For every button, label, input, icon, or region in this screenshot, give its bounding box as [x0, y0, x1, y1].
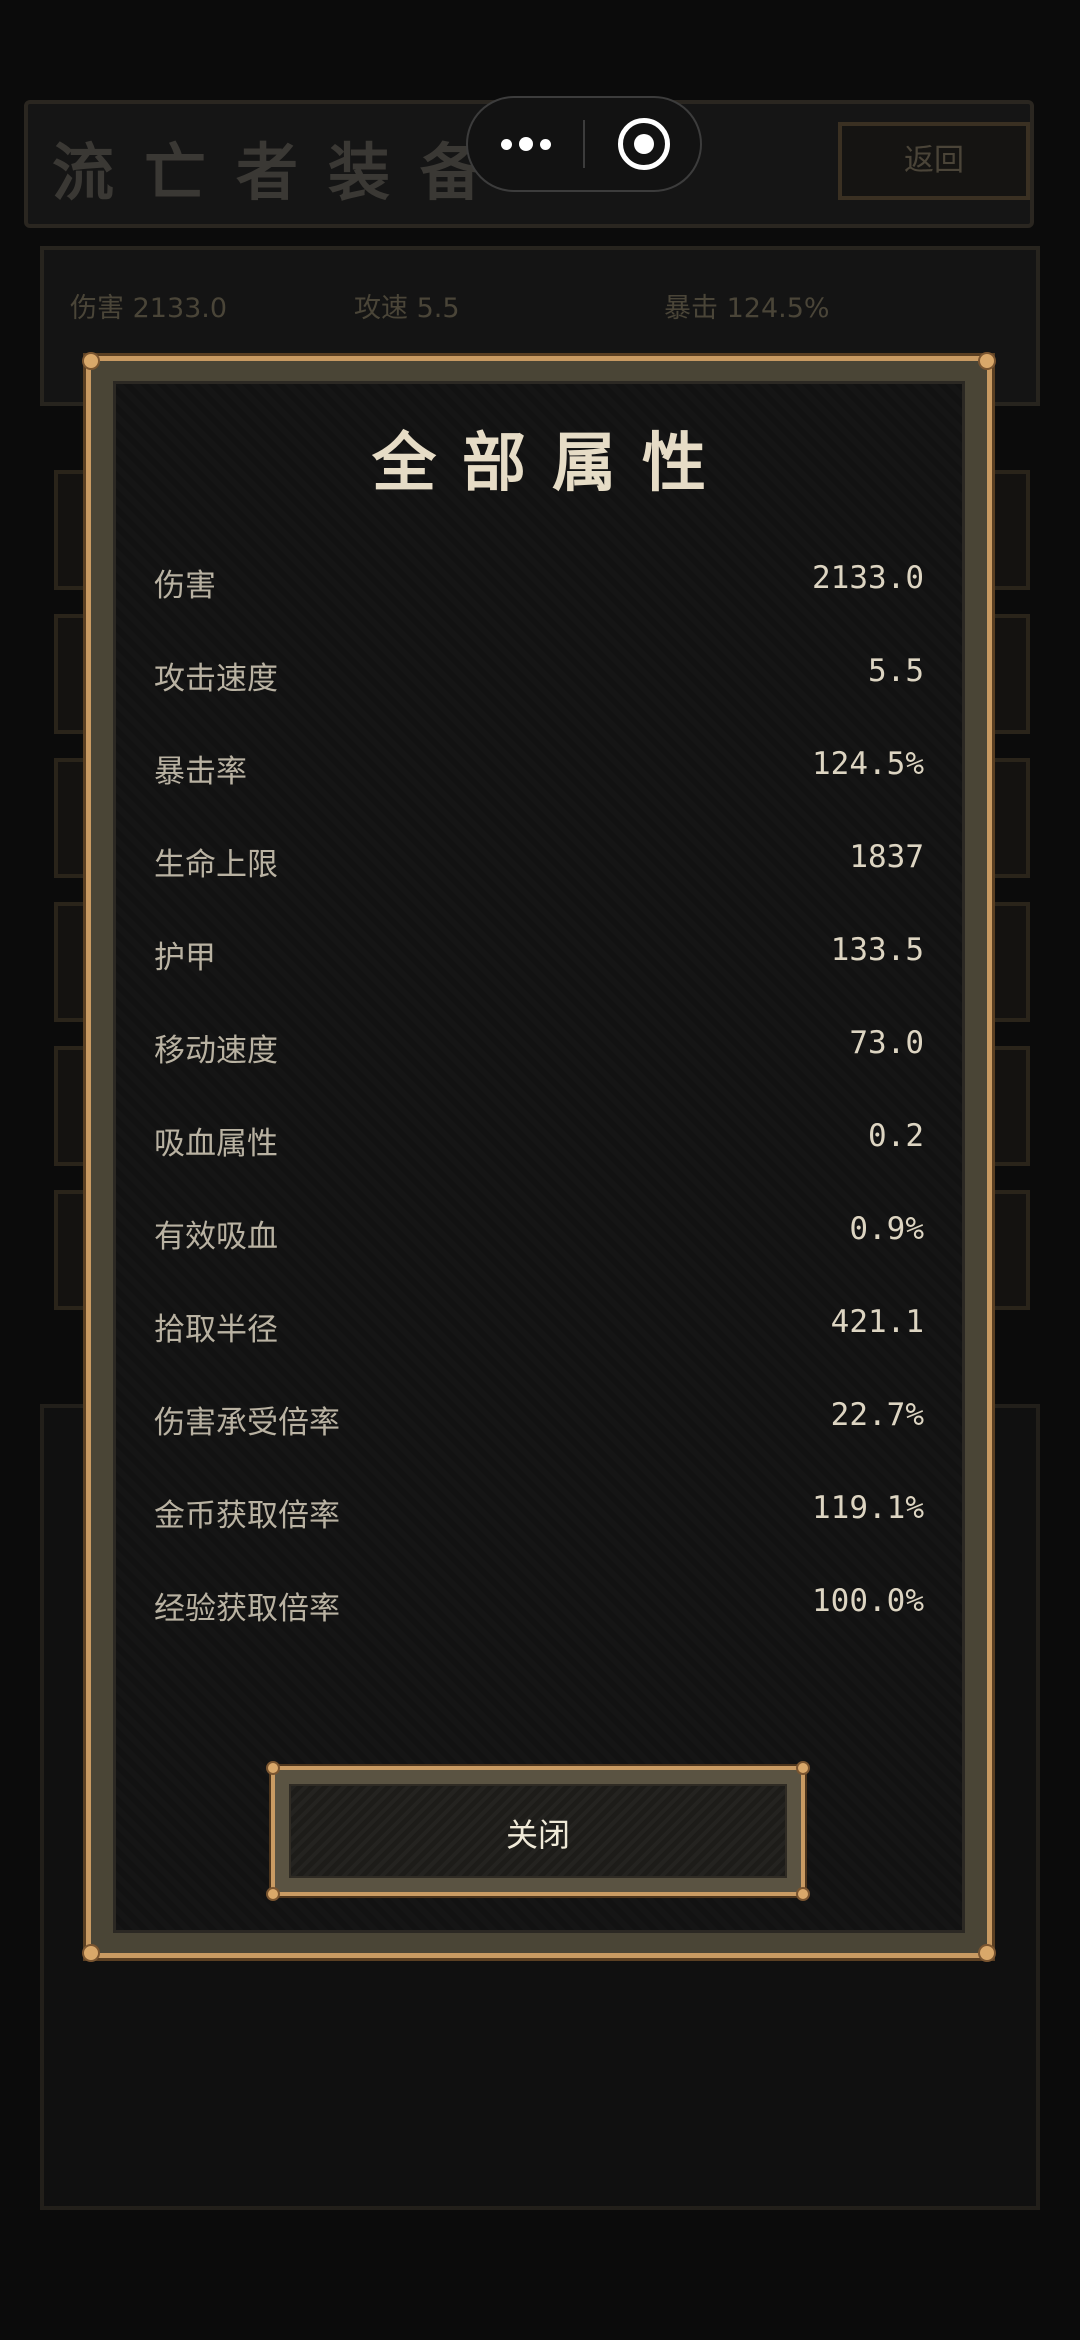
corner-rivet-icon	[266, 1761, 280, 1775]
stat-row: 暴击率 124.5%	[154, 746, 924, 796]
stat-label: 有效吸血	[154, 1219, 278, 1255]
stat-value: 0.9%	[849, 1211, 924, 1247]
dot	[540, 138, 551, 150]
modal-title-wrap: 全部属性	[86, 356, 992, 501]
stat-value: 100.0%	[812, 1583, 924, 1619]
stat-row: 经验获取倍率 100.0%	[154, 1583, 924, 1633]
stat-label: 拾取半径	[154, 1312, 278, 1348]
stat-label: 伤害承受倍率	[154, 1405, 340, 1441]
corner-rivet-icon	[82, 1944, 100, 1962]
background-stat-damage: 伤害 2133.0	[70, 293, 228, 324]
stat-row: 攻击速度 5.5	[154, 653, 924, 703]
close-button-label: 关闭	[505, 1816, 570, 1854]
stat-label: 吸血属性	[154, 1126, 278, 1162]
corner-rivet-icon	[978, 1944, 996, 1962]
dot	[519, 137, 533, 151]
close-button[interactable]: 关闭	[266, 1761, 810, 1901]
stat-value: 5.5	[868, 653, 924, 689]
corner-rivet-icon	[796, 1887, 810, 1901]
corner-rivet-icon	[266, 1887, 280, 1901]
target-close-icon[interactable]	[618, 118, 670, 170]
stat-value: 1837	[849, 839, 924, 875]
stat-row: 金币获取倍率 119.1%	[154, 1490, 924, 1540]
stat-value: 133.5	[830, 932, 924, 968]
stat-row: 护甲 133.5	[154, 932, 924, 982]
stat-row: 伤害承受倍率 22.7%	[154, 1397, 924, 1447]
stat-value: 73.0	[849, 1025, 924, 1061]
stat-label: 护甲	[154, 940, 216, 976]
modal-title: 全部属性	[372, 427, 732, 501]
background-stat-crit: 暴击 124.5%	[664, 293, 830, 324]
stat-row: 移动速度 73.0	[154, 1025, 924, 1075]
stat-row: 生命上限 1837	[154, 839, 924, 889]
background-back-button: 返回	[838, 122, 1030, 200]
stat-value: 119.1%	[812, 1490, 924, 1526]
stat-value: 2133.0	[812, 560, 924, 596]
stat-value: 0.2	[868, 1118, 924, 1154]
stat-value: 421.1	[830, 1304, 924, 1340]
capsule-divider	[583, 120, 585, 168]
background-stat-speed: 攻速 5.5	[354, 293, 460, 324]
stat-label: 伤害	[154, 568, 216, 604]
stat-label: 暴击率	[154, 754, 247, 790]
stat-label: 攻击速度	[154, 661, 278, 697]
stat-row: 有效吸血 0.9%	[154, 1211, 924, 1261]
stat-value: 22.7%	[830, 1397, 924, 1433]
background-title: 流亡者装备	[52, 136, 513, 209]
stat-row: 拾取半径 421.1	[154, 1304, 924, 1354]
dot	[501, 138, 512, 150]
stat-label: 金币获取倍率	[154, 1498, 340, 1534]
stat-value: 124.5%	[812, 746, 924, 782]
stat-label: 经验获取倍率	[154, 1591, 340, 1627]
corner-rivet-icon	[796, 1761, 810, 1775]
capsule-menu	[466, 96, 702, 192]
more-dots-icon[interactable]	[468, 98, 584, 190]
target-close-icon-center	[634, 134, 654, 154]
stat-label: 移动速度	[154, 1033, 278, 1069]
stat-row: 伤害 2133.0	[154, 560, 924, 610]
stat-row: 吸血属性 0.2	[154, 1118, 924, 1168]
stat-label: 生命上限	[154, 847, 278, 883]
